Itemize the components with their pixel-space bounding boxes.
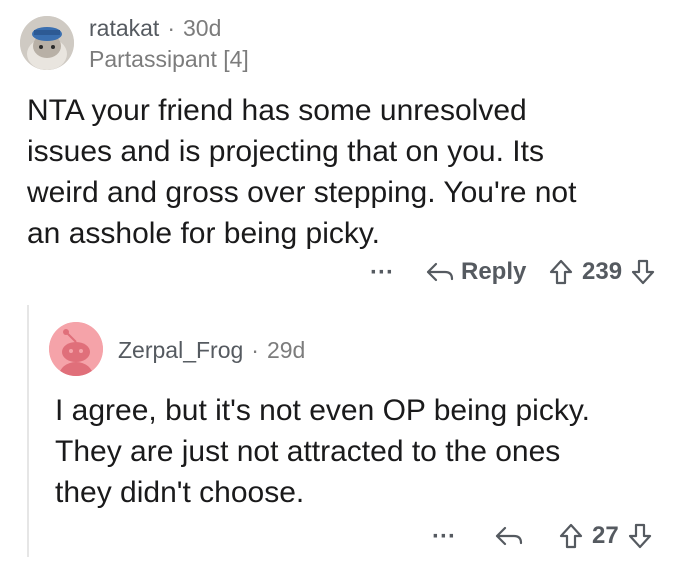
user-flair: Partassipant [4] <box>89 46 249 72</box>
reply-arrow-icon <box>495 526 523 546</box>
comment-line: I agree, but it's not even OP being pick… <box>55 394 590 427</box>
comment-line: issues and is projecting that on you. It… <box>27 135 544 168</box>
comment-body: NTA your friend has some unresolved issu… <box>27 90 576 254</box>
reply-button[interactable]: Reply <box>425 256 526 288</box>
comment-line: an asshole for being picky. <box>27 217 380 250</box>
reply-button[interactable] <box>494 520 524 552</box>
cat-avatar-icon <box>20 16 74 70</box>
downvote-arrow-icon[interactable] <box>627 522 653 550</box>
more-options-button[interactable]: ··· <box>432 522 456 552</box>
reply-arrow-icon <box>426 262 454 282</box>
downvote-arrow-icon[interactable] <box>630 258 656 286</box>
meta-separator: · <box>167 15 175 41</box>
thread-line[interactable] <box>27 305 29 557</box>
comment-body: I agree, but it's not even OP being pick… <box>55 390 590 513</box>
comment-line: weird and gross over stepping. You're no… <box>27 176 577 209</box>
upvote-arrow-icon[interactable] <box>558 522 584 550</box>
vote-score: 239 <box>582 258 623 285</box>
reply-label: Reply <box>461 258 527 285</box>
comment-line: NTA your friend has some unresolved <box>27 94 527 127</box>
more-options-label: ··· <box>370 259 394 286</box>
more-options-label: ··· <box>432 523 456 550</box>
default-avatar-icon <box>49 322 103 376</box>
comment-line: They are just not attracted to the ones <box>55 435 561 468</box>
vote-score: 27 <box>592 522 619 549</box>
more-options-button[interactable]: ··· <box>370 258 394 288</box>
upvote-arrow-icon[interactable] <box>548 258 574 286</box>
vote-controls: 27 <box>558 520 653 552</box>
meta-separator: · <box>251 337 259 363</box>
comment-username[interactable]: ratakat <box>89 15 159 42</box>
vote-controls: 239 <box>548 256 656 288</box>
comment-age: 30d <box>183 15 222 41</box>
comment-age: 29d <box>266 337 306 363</box>
user-avatar[interactable] <box>49 322 103 376</box>
comment-username[interactable]: Zerpal_Frog <box>118 337 243 364</box>
comment-line: they didn't choose. <box>55 476 305 509</box>
user-avatar[interactable] <box>20 16 74 70</box>
